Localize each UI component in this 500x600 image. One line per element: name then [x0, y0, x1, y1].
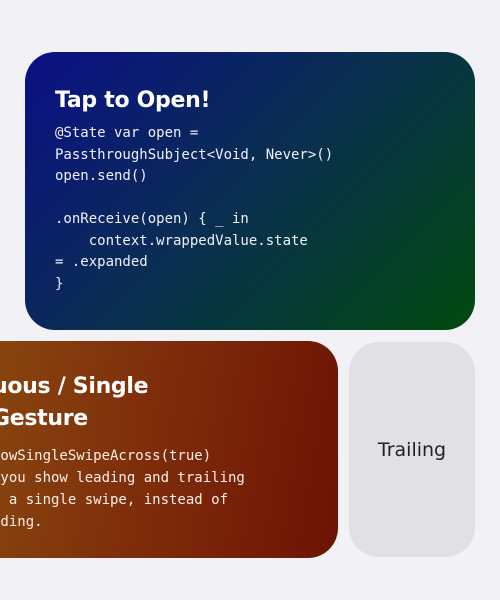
continuous-single-gesture-card[interactable]: uous / Single Gesture lowSingleSwipeAcro…	[0, 341, 338, 558]
tap-to-open-card[interactable]: Tap to Open! @State var open = Passthrou…	[25, 52, 475, 330]
trailing-card[interactable]: Trailing	[349, 342, 475, 557]
widget-gallery: Tap to Open! @State var open = Passthrou…	[0, 0, 500, 600]
code-snippet: @State var open = PassthroughSubject<Voi…	[55, 125, 334, 292]
trailing-label: Trailing	[377, 438, 447, 461]
card-title: uous / Single Gesture	[0, 374, 149, 431]
code-snippet: lowSingleSwipeAcross(true) you show lead…	[0, 448, 245, 530]
card-title: Tap to Open!	[55, 88, 211, 113]
